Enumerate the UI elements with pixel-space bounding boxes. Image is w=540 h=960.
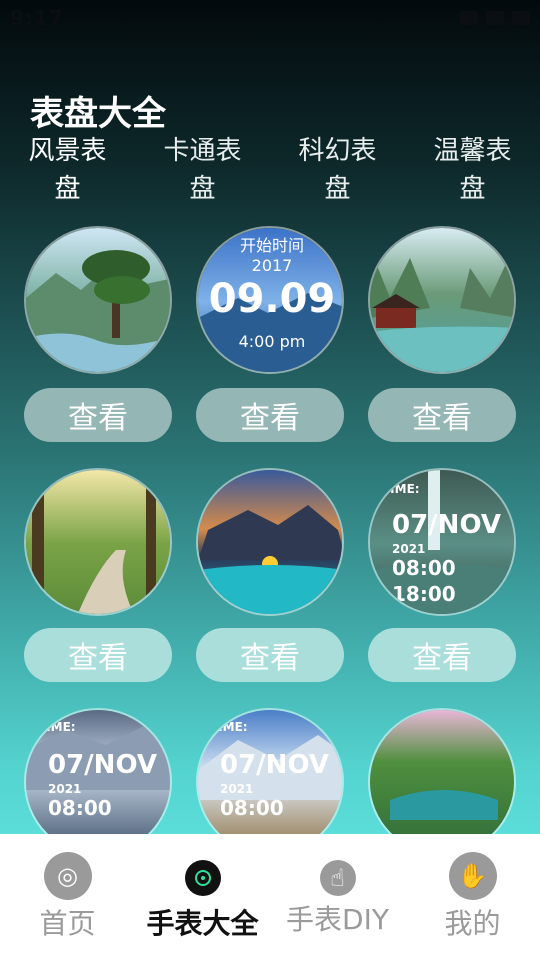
tab-cozy[interactable]: 温馨表盘 [405, 132, 540, 212]
dial-time-start: 08:00 [220, 796, 284, 820]
watch-face-preview[interactable] [24, 468, 172, 616]
tab-profile[interactable]: ✋ 我的 [405, 834, 540, 960]
status-time: 9:17 [10, 6, 64, 30]
dial-date: 07/NOV [220, 750, 329, 780]
dial-date: 07/NOV [392, 510, 501, 540]
dial-year: 2021 [220, 782, 254, 796]
dial-year: 2021 [48, 782, 82, 796]
dial-time-end: 18:00 [392, 582, 456, 606]
view-button[interactable]: 查看 [368, 388, 516, 442]
view-button[interactable]: 查看 [368, 628, 516, 682]
dial-year: 2021 [392, 542, 426, 556]
status-icons [460, 11, 530, 25]
tab-watch-collection[interactable]: 手表大全 [135, 834, 270, 960]
dial-date: 07/NOV [48, 750, 157, 780]
watch-face-preview[interactable] [24, 226, 172, 374]
view-button[interactable]: 查看 [196, 628, 344, 682]
category-tabs: 风景表盘 卡通表盘 科幻表盘 温馨表盘 [0, 132, 540, 212]
watch-face-card: 查看 [196, 468, 344, 682]
tab-scenery[interactable]: 风景表盘 [0, 132, 135, 212]
battery-icon [512, 11, 530, 25]
watch-face-preview[interactable] [196, 468, 344, 616]
dial-year: 2017 [251, 256, 293, 275]
status-bar: 9:17 [0, 0, 540, 36]
dial-time-start: 08:00 [48, 796, 112, 820]
tab-watch-collection-label: 手表大全 [146, 907, 259, 940]
dial-caption: 开始时间 [239, 236, 304, 255]
tab-watch-diy-label: 手表DIY [286, 903, 389, 936]
watch-face-preview[interactable]: TIME: 07/NOV 2021 08:00 18:00 [368, 468, 516, 616]
dial-date: 09.09 [208, 276, 336, 322]
tab-cartoon[interactable]: 卡通表盘 [135, 132, 270, 212]
view-button[interactable]: 查看 [24, 388, 172, 442]
view-button[interactable]: 查看 [196, 388, 344, 442]
touch-icon: ☝ [319, 860, 356, 896]
watch-face-card: 查看 [368, 226, 516, 442]
page-title: 表盘大全 [30, 94, 166, 134]
watch-face-preview[interactable]: 开始时间 2017 09.09 4:00 pm [196, 226, 344, 374]
tab-home-label: 首页 [39, 907, 96, 940]
dial-time-label: TIME: [210, 720, 248, 734]
bottom-tabbar: ◎ 首页 手表大全 ☝ 手表DIY ✋ 我的 [0, 834, 540, 960]
watch-face-card: TIME: 07/NOV 2021 08:00 18:00 查看 [368, 468, 516, 682]
tab-profile-label: 我的 [444, 907, 501, 940]
watch-face-card: 查看 [24, 468, 172, 682]
tab-home[interactable]: ◎ 首页 [0, 834, 135, 960]
tab-scifi[interactable]: 科幻表盘 [270, 132, 405, 212]
view-button[interactable]: 查看 [24, 628, 172, 682]
home-icon: ◎ [43, 852, 92, 900]
dial-time: 4:00 pm [238, 332, 306, 351]
watch-face-preview[interactable] [368, 226, 516, 374]
profile-hand-icon: ✋ [448, 852, 497, 900]
tab-watch-diy[interactable]: ☝ 手表DIY [270, 834, 405, 960]
watch-icon [184, 860, 221, 896]
dial-time-start: 08:00 [392, 556, 456, 580]
dial-time-label: TIME: [382, 482, 420, 496]
dial-time-label: TIME: [38, 720, 76, 734]
signal-icon [460, 11, 478, 25]
watch-face-card: 开始时间 2017 09.09 4:00 pm 查看 [196, 226, 344, 442]
wifi-icon [486, 11, 504, 25]
watch-face-card: 查看 [24, 226, 172, 442]
